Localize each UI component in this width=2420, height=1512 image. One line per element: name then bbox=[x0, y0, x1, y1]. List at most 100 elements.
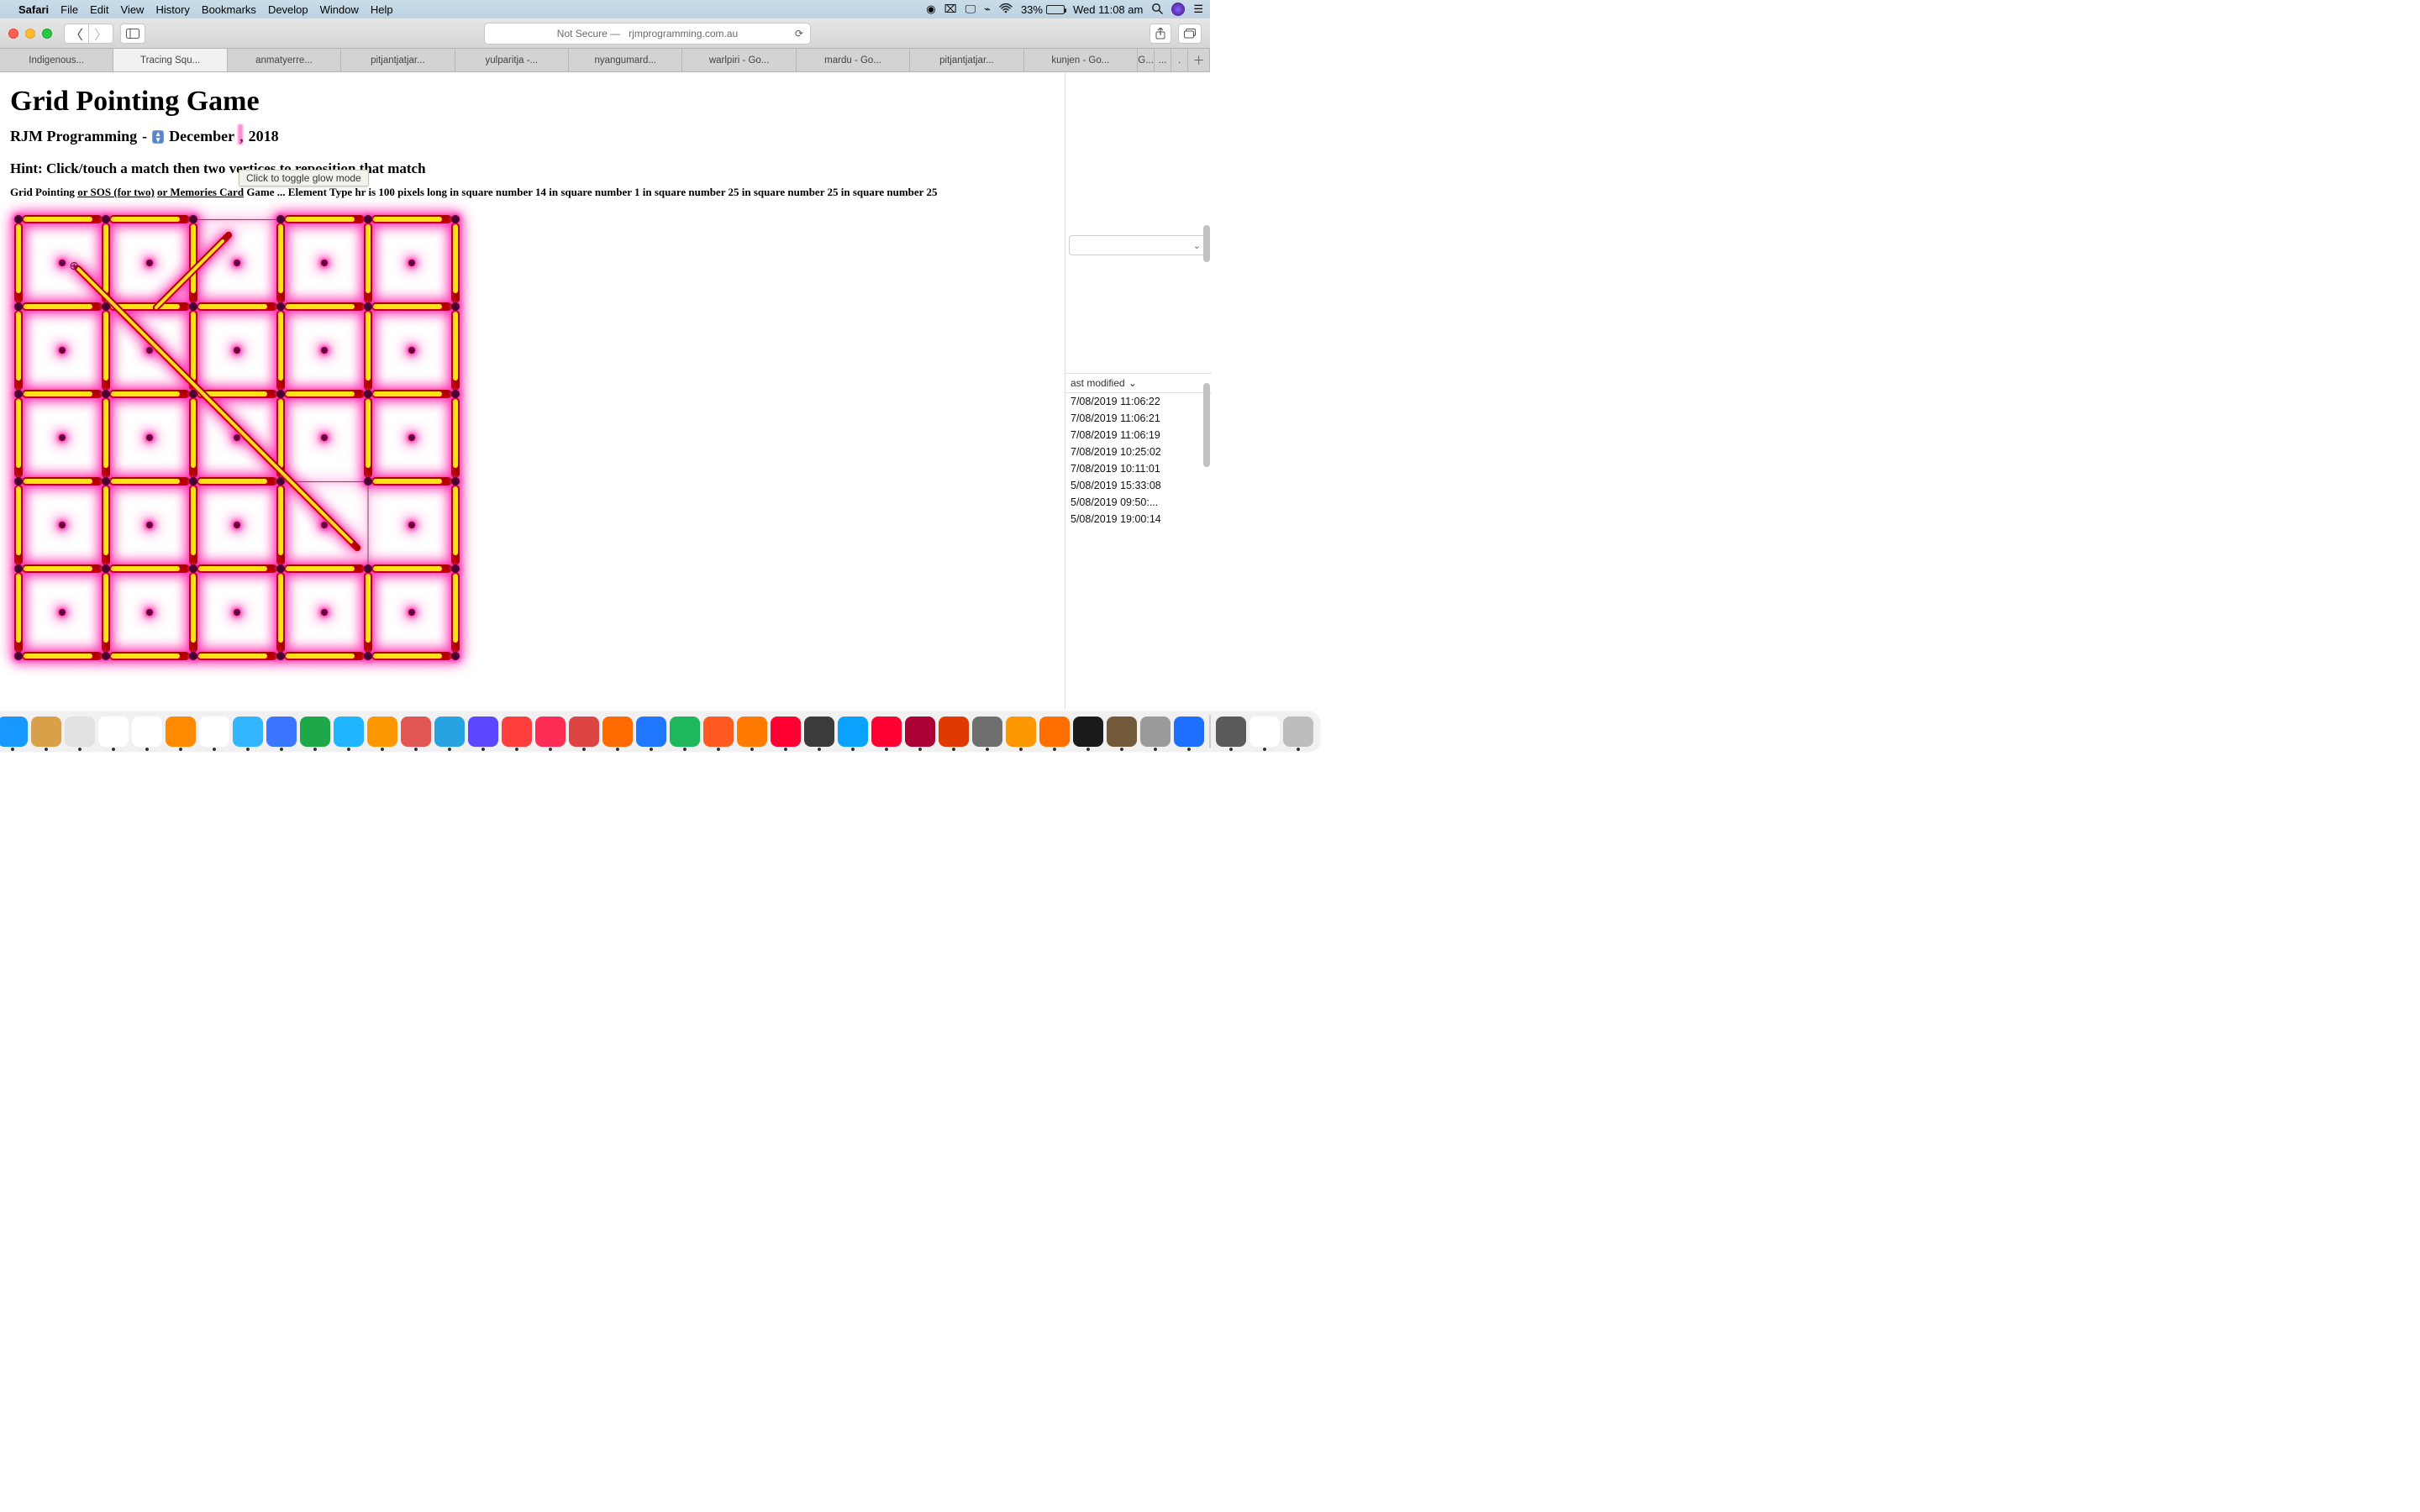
new-tab-button[interactable]: ＋ bbox=[1188, 49, 1210, 71]
grid-vertex[interactable] bbox=[189, 215, 197, 223]
display-menu-icon[interactable]: 🖵 bbox=[965, 3, 976, 16]
cell-center-dot[interactable] bbox=[408, 522, 415, 528]
grid-vertex[interactable] bbox=[14, 215, 23, 223]
dock-app[interactable] bbox=[972, 717, 1002, 747]
dock-app[interactable] bbox=[737, 717, 767, 747]
grid-vertex[interactable] bbox=[364, 477, 372, 486]
cell-center-dot[interactable] bbox=[146, 434, 153, 441]
hr-element[interactable] bbox=[368, 486, 369, 566]
match-stick[interactable] bbox=[102, 572, 110, 653]
match-stick[interactable] bbox=[364, 572, 372, 653]
grid-vertex[interactable] bbox=[451, 302, 460, 311]
grid-vertex[interactable] bbox=[14, 477, 23, 486]
cell-center-dot[interactable] bbox=[59, 522, 66, 528]
finder-column-header[interactable]: ast modified ⌄ bbox=[1065, 373, 1212, 393]
match-stick[interactable] bbox=[14, 485, 23, 565]
tab-mardu[interactable]: mardu - Go... bbox=[797, 49, 910, 71]
match-stick[interactable] bbox=[109, 215, 190, 223]
battery-status[interactable]: 33% bbox=[1021, 3, 1065, 16]
address-bar[interactable]: Not Secure — rjmprogramming.com.au ⟳ bbox=[484, 23, 811, 45]
dock-app[interactable] bbox=[1249, 717, 1280, 747]
tab-g[interactable]: G... bbox=[1138, 49, 1155, 71]
cell-center-dot[interactable] bbox=[146, 347, 153, 354]
dock-app[interactable] bbox=[602, 717, 633, 747]
cell-center-dot[interactable] bbox=[408, 260, 415, 266]
match-stick[interactable] bbox=[371, 652, 452, 660]
match-stick[interactable] bbox=[22, 564, 103, 573]
dock-app[interactable] bbox=[434, 717, 465, 747]
dock-app[interactable] bbox=[468, 717, 498, 747]
cell-center-dot[interactable] bbox=[146, 522, 153, 528]
match-stick[interactable] bbox=[276, 310, 285, 391]
grid-vertex[interactable] bbox=[364, 215, 372, 223]
match-stick[interactable] bbox=[284, 564, 365, 573]
cell-center-dot[interactable] bbox=[234, 522, 240, 528]
grid-vertex[interactable] bbox=[451, 652, 460, 660]
dock-app[interactable] bbox=[1216, 717, 1246, 747]
minimize-window-button[interactable] bbox=[25, 29, 35, 39]
menu-edit[interactable]: Edit bbox=[90, 3, 108, 16]
grid-vertex[interactable] bbox=[276, 390, 285, 398]
dock-app[interactable] bbox=[98, 717, 129, 747]
match-stick[interactable] bbox=[276, 223, 285, 303]
grid-vertex[interactable] bbox=[189, 390, 197, 398]
match-stick[interactable] bbox=[197, 652, 277, 660]
cell-center-dot[interactable] bbox=[59, 260, 66, 266]
grid-vertex[interactable] bbox=[364, 652, 372, 660]
match-stick[interactable] bbox=[109, 564, 190, 573]
cell-center-dot[interactable] bbox=[321, 260, 328, 266]
cell-center-dot[interactable] bbox=[408, 609, 415, 616]
finder-row[interactable]: 7/08/2019 11:06:21 bbox=[1065, 410, 1212, 427]
dock-app[interactable] bbox=[535, 717, 566, 747]
match-stick[interactable] bbox=[102, 485, 110, 565]
tab-overflow-2[interactable]: . bbox=[1171, 49, 1188, 71]
dock-app[interactable] bbox=[0, 717, 28, 747]
grid-vertex[interactable] bbox=[189, 302, 197, 311]
match-stick[interactable] bbox=[276, 485, 285, 565]
cell-center-dot[interactable] bbox=[146, 609, 153, 616]
cell-center-dot[interactable] bbox=[408, 347, 415, 354]
dock-app[interactable] bbox=[132, 717, 162, 747]
dock-app[interactable] bbox=[266, 717, 297, 747]
tab-pitjantjatjar-2[interactable]: pitjantjatjar... bbox=[910, 49, 1023, 71]
tab-indigenous[interactable]: Indigenous... bbox=[0, 49, 113, 71]
match-stick[interactable] bbox=[284, 215, 365, 223]
menu-window[interactable]: Window bbox=[320, 3, 359, 16]
match-stick[interactable] bbox=[197, 477, 277, 486]
menu-file[interactable]: File bbox=[60, 3, 78, 16]
dock-app[interactable] bbox=[1073, 717, 1103, 747]
menu-develop[interactable]: Develop bbox=[268, 3, 308, 16]
grid-vertex[interactable] bbox=[276, 652, 285, 660]
grid-vertex[interactable] bbox=[102, 215, 110, 223]
grid-vertex[interactable] bbox=[276, 302, 285, 311]
grid-vertex[interactable] bbox=[102, 564, 110, 573]
match-stick[interactable] bbox=[197, 564, 277, 573]
dock-app[interactable] bbox=[1107, 717, 1137, 747]
dock-app[interactable] bbox=[1006, 717, 1036, 747]
menubar-app[interactable]: Safari bbox=[18, 3, 49, 16]
grid-vertex[interactable] bbox=[276, 477, 285, 486]
sidebar-button[interactable] bbox=[120, 24, 145, 44]
siri-icon[interactable] bbox=[1171, 3, 1185, 16]
finder-row[interactable]: 7/08/2019 11:06:22 bbox=[1065, 393, 1212, 410]
finder-row[interactable]: 7/08/2019 10:25:02 bbox=[1065, 444, 1212, 460]
cell-center-dot[interactable] bbox=[408, 434, 415, 441]
match-stick[interactable] bbox=[109, 477, 190, 486]
back-button[interactable]: 〈 bbox=[64, 24, 88, 44]
tabs-overview-button[interactable] bbox=[1178, 24, 1202, 44]
menu-help[interactable]: Help bbox=[371, 3, 393, 16]
dock-app[interactable] bbox=[166, 717, 196, 747]
finder-row[interactable]: 7/08/2019 10:11:01 bbox=[1065, 460, 1212, 477]
tab-warlpiri[interactable]: warlpiri - Go... bbox=[682, 49, 796, 71]
finder-row[interactable]: 5/08/2019 15:33:08 bbox=[1065, 477, 1212, 494]
grid-vertex[interactable] bbox=[451, 564, 460, 573]
tab-anmatyerre[interactable]: anmatyerre... bbox=[228, 49, 341, 71]
match-stick[interactable] bbox=[189, 485, 197, 565]
cell-center-dot[interactable] bbox=[146, 260, 153, 266]
menu-history[interactable]: History bbox=[155, 3, 189, 16]
menu-bookmarks[interactable]: Bookmarks bbox=[202, 3, 256, 16]
bluetooth-icon[interactable]: ⌁ bbox=[984, 3, 991, 16]
grid-vertex[interactable] bbox=[14, 564, 23, 573]
grid-vertex[interactable] bbox=[102, 477, 110, 486]
owl-menu-icon[interactable]: ◉ bbox=[926, 3, 935, 16]
